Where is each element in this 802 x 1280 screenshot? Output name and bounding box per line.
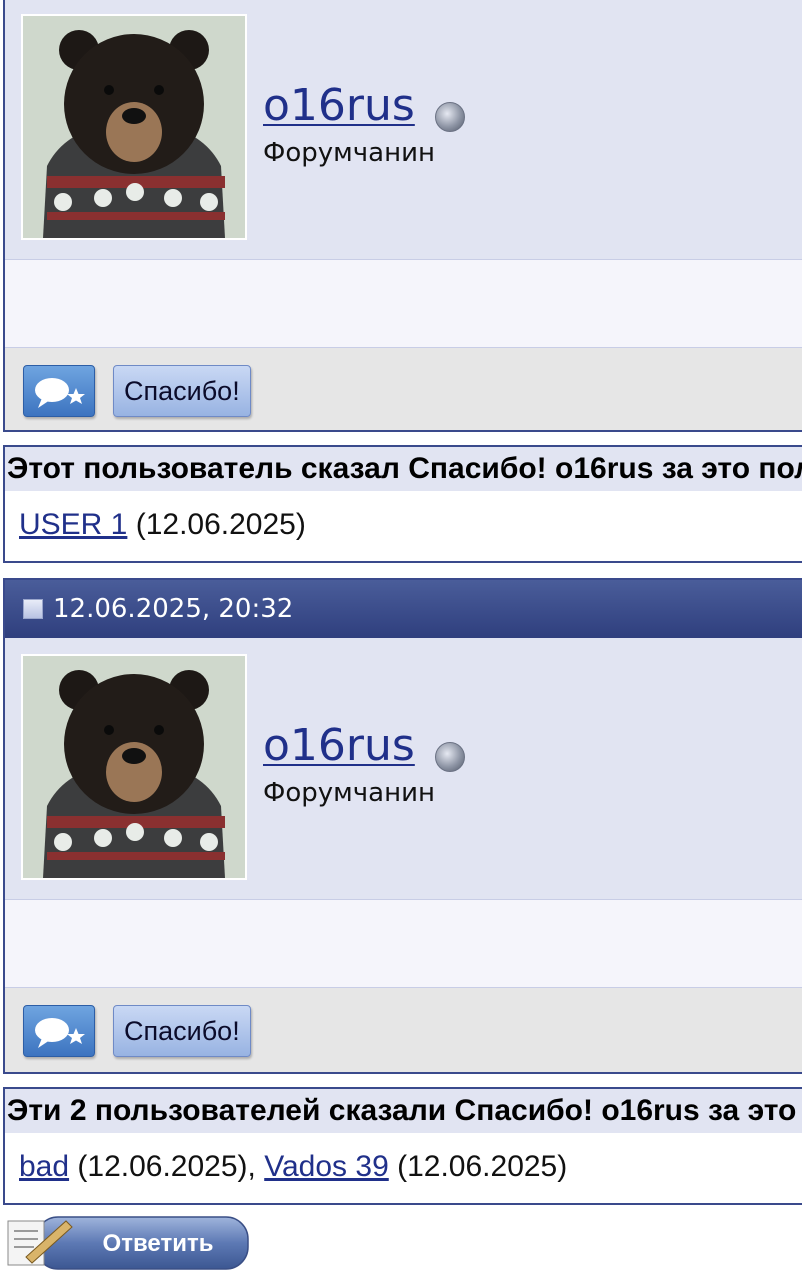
quote-button[interactable] [23,365,95,417]
avatar[interactable] [21,654,247,880]
thanks-button[interactable]: Спасибо! [113,365,251,417]
post-1-user-area: o16rus Форумчанин [5,0,802,260]
post-2-user-area: o16rus Форумчанин [5,638,802,900]
status-offline-icon [435,742,465,772]
username-link[interactable]: o16rus [263,720,415,771]
thanks-list: bad (12.06.2025), Vados 39 (12.06.2025) [5,1133,802,1201]
post-2-header: 12.06.2025, 20:32 [5,580,802,638]
user-title: Форумчанин [263,138,435,168]
thanks-date: (12.06.2025) [135,508,306,541]
username-link[interactable]: o16rus [263,80,415,131]
thanks-user-link[interactable]: USER 1 [19,508,127,542]
post-date: 12.06.2025, 20:32 [53,594,294,624]
post-icon [23,599,43,619]
thanks-box-1: Этот пользователь сказал Спасибо! o16rus… [3,445,802,563]
thanks-user-link[interactable]: bad [19,1150,69,1184]
post-1-message [5,260,802,348]
post-2-action-bar: Спасибо! [5,988,802,1072]
reply-label: Ответить [103,1230,214,1257]
thanks-button[interactable]: Спасибо! [113,1005,251,1057]
thanks-list: USER 1 (12.06.2025) [5,491,802,559]
avatar[interactable] [21,14,247,240]
post-1: o16rus Форумчанин Спасибо! [3,0,802,432]
post-1-action-bar: Спасибо! [5,348,802,430]
thanks-date: (12.06.2025) [397,1150,568,1183]
quote-icon [35,1018,85,1048]
thanks-header: Эти 2 пользователей сказали Спасибо! o16… [5,1089,802,1133]
thanks-header: Этот пользователь сказал Спасибо! o16rus… [5,447,802,491]
user-title: Форумчанин [263,778,435,808]
post-2-message [5,900,802,988]
quote-icon [35,378,85,408]
post-2: 12.06.2025, 20:32 o16rus Форумчанин Спас… [3,578,802,1074]
thanks-date: (12.06.2025), [77,1150,256,1183]
thanks-box-2: Эти 2 пользователей сказали Спасибо! o16… [3,1087,802,1205]
status-offline-icon [435,102,465,132]
thanks-user-link[interactable]: Vados 39 [264,1150,389,1184]
quote-button[interactable] [23,1005,95,1057]
reply-button[interactable]: Ответить [6,1213,250,1273]
